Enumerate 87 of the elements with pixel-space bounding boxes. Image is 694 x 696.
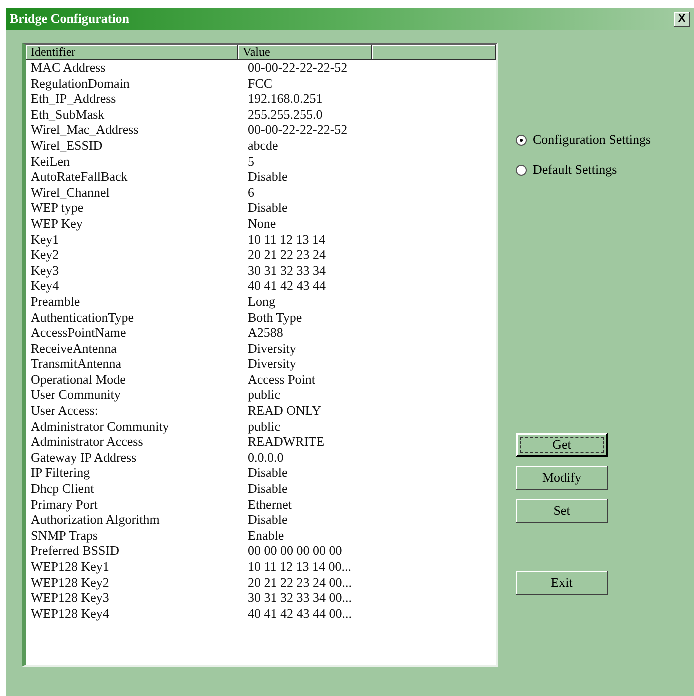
identifier-cell-text: Administrator Access [30, 434, 144, 450]
identifier-cell-text: Key2 [30, 247, 60, 263]
value-cell-text: 255.255.255.0 [247, 106, 324, 122]
value-cell-text: None [247, 216, 278, 232]
value-cell-text: Diversity [247, 356, 298, 372]
dialog-button[interactable]: Modify [516, 466, 608, 490]
value-cell-text: Disable [247, 481, 289, 497]
value-cell-text: abcde [247, 138, 280, 154]
identifier-cell-text: Eth_IP_Address [30, 91, 118, 107]
value-cell-text: Disable [247, 200, 289, 216]
identifier-cell-text: Preamble [30, 294, 82, 310]
value-cell-text: 6 [247, 184, 256, 200]
value-cell-text: 40 41 42 43 44 [247, 278, 327, 294]
value-cell-text: 40 41 42 43 44 00... [247, 606, 353, 622]
identifier-cell-text: Wirel_Mac_Address [30, 122, 140, 138]
identifier-cell-text: WEP128 Key2 [30, 574, 110, 590]
value-cell-text: 5 [247, 154, 256, 170]
column-header[interactable]: Identifier [26, 45, 238, 60]
value-cell-text: 0.0.0.0 [247, 450, 285, 466]
value-cell-text: 00-00-22-22-22-52 [247, 60, 349, 76]
value-cell-text: 30 31 32 33 34 [247, 262, 327, 278]
identifier-cell-text: Key4 [30, 278, 60, 294]
identifier-cell-text: Authorization Algorithm [30, 512, 161, 528]
identifier-cell-text: WEP Key [30, 216, 84, 232]
dialog-button[interactable]: Set [516, 499, 608, 523]
value-cell-text: Long [247, 294, 276, 310]
value-cell-text: Ethernet [247, 496, 294, 512]
value-cell-text: public [247, 387, 282, 404]
identifier-cell-text: KeiLen [30, 154, 71, 170]
value-cell-text: 00-00-22-22-22-52 [247, 122, 349, 138]
dialog-button[interactable]: Exit [516, 571, 608, 595]
identifier-cell-text: Wirel_Channel [30, 184, 111, 200]
window-title: Bridge Configuration [10, 11, 130, 27]
identifier-cell-text: WEP128 Key1 [30, 559, 110, 575]
radio-icon[interactable] [516, 164, 527, 176]
value-cell-text: 30 31 32 33 34 00... [247, 590, 353, 606]
identifier-cell-text: MAC Address [30, 60, 107, 76]
dialog-button[interactable]: Get [516, 433, 608, 457]
value-cell-text: 00 00 00 00 00 00 [247, 543, 344, 559]
settings-radio[interactable]: Default Settings [516, 155, 652, 185]
value-cell-text: 20 21 22 23 24 00... [247, 574, 353, 590]
identifier-cell-text: WEP128 Key4 [30, 606, 110, 622]
identifier-cell-text: AutoRateFallBack [30, 169, 129, 185]
radio-label: Configuration Settings [533, 132, 652, 148]
identifier-cell-text: Preferred BSSID [30, 543, 120, 559]
value-cell-text: public [247, 418, 282, 434]
identifier-cell-text: AccessPointName [30, 325, 128, 341]
value-cell-text: Enable [247, 528, 286, 544]
value-cell-text: 20 21 22 23 24 [247, 247, 327, 263]
value-cell-text: 10 11 12 13 14 00... [247, 559, 353, 575]
identifier-cell-text: User Community [30, 387, 122, 404]
identifier-cell-text: WEP type [30, 200, 85, 216]
value-cell-text: Disable [247, 169, 289, 185]
value-cell-text: Disable [247, 512, 289, 528]
identifier-cell-text: Gateway IP Address [30, 450, 138, 466]
identifier-cell-text: WEP128 Key3 [30, 590, 110, 606]
column-header[interactable]: Value [238, 45, 372, 60]
value-cell-text: A2588 [247, 325, 284, 341]
value-cell-text: Disable [247, 465, 289, 482]
value-cell-text: 192.168.0.251 [247, 91, 324, 107]
identifier-cell-text: User Access: [30, 403, 100, 419]
identifier-cell-text: Dhcp Client [30, 481, 96, 497]
identifier-cell-text: TransmitAntenna [30, 356, 123, 372]
settings-radio[interactable]: Configuration Settings [516, 125, 652, 155]
value-cell-text: 10 11 12 13 14 [247, 232, 327, 248]
identifier-cell-text: IP Filtering [30, 465, 92, 482]
value-cell-text: READWRITE [247, 434, 326, 450]
value-cell-text: FCC [247, 76, 274, 92]
identifier-cell-text: Eth_SubMask [30, 106, 106, 122]
identifier-cell-text: Wirel_ESSID [30, 138, 104, 154]
value-cell-text: READ ONLY [247, 403, 322, 419]
identifier-cell-text: RegulationDomain [30, 76, 131, 92]
value-cell-text: Diversity [247, 340, 298, 356]
radio-icon[interactable] [516, 134, 527, 146]
identifier-cell-text: Operational Mode [30, 372, 127, 388]
identifier-cell-text: AuthenticationType [30, 310, 136, 326]
identifier-cell-text: ReceiveAntenna [30, 340, 118, 356]
identifier-cell-text: Key3 [30, 262, 60, 278]
identifier-cell-text: SNMP Traps [30, 528, 100, 544]
column-header[interactable] [372, 45, 496, 60]
radio-label: Default Settings [533, 162, 618, 178]
identifier-cell-text: Administrator Community [30, 418, 170, 434]
close-button[interactable]: X [674, 12, 690, 26]
identifier-cell-text: Primary Port [30, 496, 99, 512]
value-cell-text: Both Type [247, 310, 304, 326]
identifier-cell-text: Key1 [30, 232, 60, 248]
value-cell-text: Access Point [247, 372, 317, 388]
